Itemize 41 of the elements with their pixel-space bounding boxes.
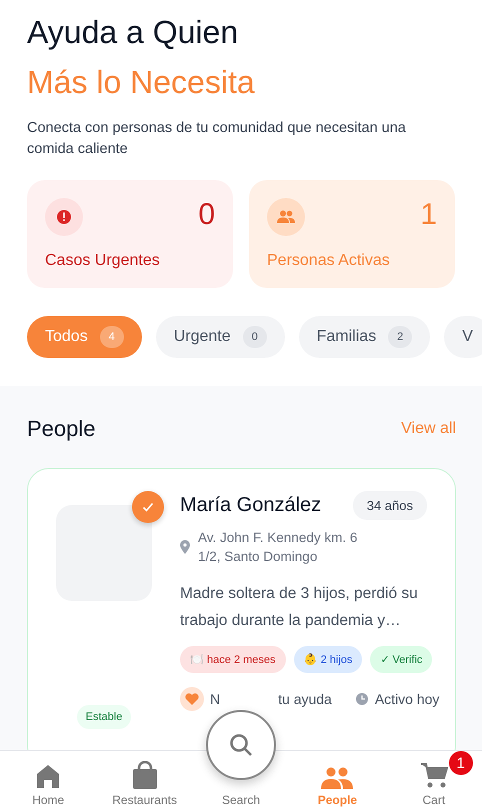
need-text: tu ayuda <box>278 691 332 707</box>
people-icon <box>267 198 305 236</box>
person-name: María González <box>180 494 322 517</box>
description: Conecta con personas de tu comunidad que necesitan una comida caliente <box>27 119 407 159</box>
stat-label: Personas Activas <box>267 252 391 270</box>
cart-icon <box>420 761 448 789</box>
nav-tab[interactable]: Restaurants <box>96 751 193 810</box>
nav-tab[interactable]: Cart 1 <box>386 751 482 810</box>
nav-tab[interactable]: Home <box>0 751 96 810</box>
person-card[interactable]: Estable María González 34 años Av. John F. Kennedy km. 6 1/2, Santo Domingo Madre soltera de 3 hijos, perdió su trabajo durante la pandemia y… 🍽 hace 2 meses 👶 2 hijos ✓ Verific N tu ayuda Activo hoy <box>27 468 456 750</box>
stat-value: 0 <box>198 198 215 232</box>
shopping-bag-icon <box>132 761 158 789</box>
address: Av. John F. Kennedy km. 6 1/2, Santo Domingo <box>198 529 358 566</box>
search-button[interactable] <box>206 710 276 780</box>
alert-icon <box>45 198 83 236</box>
search-icon <box>228 732 254 758</box>
cart-badge: 1 <box>448 751 473 775</box>
activity-text: Activo hoy <box>374 691 440 707</box>
stat-label: Casos Urgentes <box>45 252 161 270</box>
info-tag: 👶 2 hijos <box>294 646 362 673</box>
view-all-link[interactable]: View all <box>401 420 456 438</box>
filter-chip[interactable]: Familias 2 <box>298 316 430 358</box>
location-icon <box>180 540 190 554</box>
home-icon <box>35 763 62 789</box>
stat-value: 1 <box>420 198 437 232</box>
age-badge: 34 años <box>352 491 427 520</box>
filter-chip[interactable]: Urgente 0 <box>156 316 285 358</box>
people-icon <box>321 767 354 789</box>
need-text: N <box>210 691 220 707</box>
person-story: Madre soltera de 3 hijos, perdió su trabajo durante la pandemia y… <box>180 584 419 631</box>
filter-chip[interactable]: V <box>444 316 482 358</box>
filter-chip[interactable]: Todos 4 <box>27 316 142 358</box>
nav-tab[interactable]: Search <box>222 793 260 807</box>
page-title: Ayuda a Quien <box>27 13 240 52</box>
clock-icon <box>356 693 368 705</box>
page-subtitle: Más lo Necesita <box>27 63 256 102</box>
nav-tab[interactable]: People <box>289 751 386 810</box>
section-title: People <box>27 416 96 442</box>
status-badge: Estable <box>76 705 132 729</box>
info-tag: ✓ Verific <box>370 646 432 673</box>
info-tag: 🍽 hace 2 meses <box>180 646 286 673</box>
